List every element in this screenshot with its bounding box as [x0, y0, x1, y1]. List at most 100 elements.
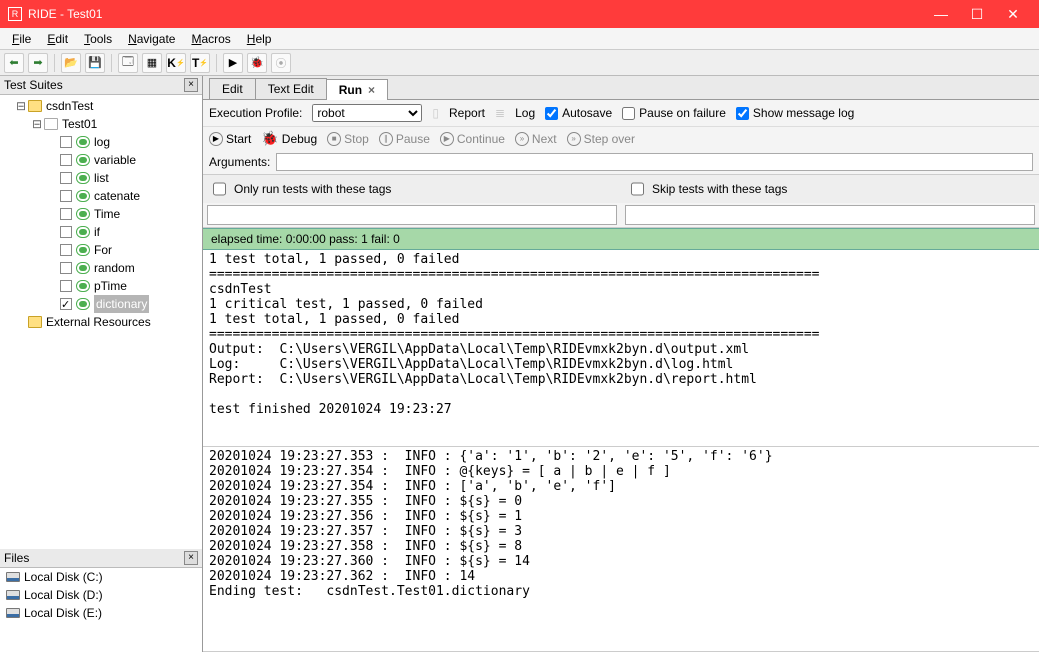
- test-checkbox[interactable]: [60, 190, 72, 202]
- title-bar: R RIDE - Test01 — ☐ ✕: [0, 0, 1039, 28]
- robot-icon: [76, 262, 90, 274]
- testcase-button[interactable]: T⚡: [190, 53, 210, 73]
- show-log-checkbox[interactable]: Show message log: [736, 106, 854, 120]
- tree-test-item[interactable]: log: [94, 133, 110, 151]
- tree-test-item[interactable]: For: [94, 241, 112, 259]
- tab-run[interactable]: Run×: [326, 79, 388, 100]
- minimize-button[interactable]: —: [923, 6, 959, 22]
- tree-test-item[interactable]: catenate: [94, 187, 140, 205]
- run-options: Execution Profile: robot ▯ Report ≣ Log …: [203, 100, 1039, 127]
- stop-button[interactable]: ■Stop: [327, 132, 369, 146]
- open-button[interactable]: 📂: [61, 53, 81, 73]
- test-checkbox[interactable]: [60, 280, 72, 292]
- close-button[interactable]: ✕: [995, 6, 1031, 23]
- disk-icon: [6, 572, 20, 582]
- preview-button[interactable]: 🗔: [118, 53, 138, 73]
- debug-button[interactable]: 🐞Debug: [261, 130, 317, 147]
- tree-test-item[interactable]: Time: [94, 205, 120, 223]
- skip-tags-checkbox[interactable]: [631, 179, 644, 199]
- only-tags-checkbox[interactable]: [213, 179, 226, 199]
- report-link[interactable]: Report: [449, 106, 485, 120]
- menu-macros[interactable]: Macros: [183, 30, 238, 48]
- save-button[interactable]: 💾: [85, 53, 105, 73]
- tab-edit[interactable]: Edit: [209, 78, 256, 99]
- tree-test-item[interactable]: random: [94, 259, 135, 277]
- test-suites-label: Test Suites: [4, 78, 63, 92]
- external-resources[interactable]: External Resources: [46, 313, 151, 331]
- disk-icon: [6, 608, 20, 618]
- menu-help[interactable]: Help: [239, 30, 280, 48]
- back-button[interactable]: ⬅: [4, 53, 24, 73]
- status-bar: elapsed time: 0:00:00 pass: 1 fail: 0: [203, 228, 1039, 250]
- robot-icon: [76, 208, 90, 220]
- test-checkbox[interactable]: [60, 262, 72, 274]
- test-checkbox[interactable]: [60, 208, 72, 220]
- stop-button[interactable]: ⦿: [271, 53, 291, 73]
- log-link[interactable]: Log: [515, 106, 535, 120]
- robot-icon: [76, 298, 90, 310]
- expand-icon[interactable]: ⊟: [16, 97, 26, 115]
- test-checkbox[interactable]: [60, 244, 72, 256]
- test-suites-close[interactable]: ×: [184, 78, 198, 92]
- folder-icon: [28, 316, 42, 328]
- test-checkbox[interactable]: [60, 172, 72, 184]
- tree-test-item[interactable]: if: [94, 223, 100, 241]
- test-checkbox[interactable]: [60, 226, 72, 238]
- skip-tags-input[interactable]: [625, 205, 1035, 225]
- tree-test-item[interactable]: pTime: [94, 277, 127, 295]
- profile-label: Execution Profile:: [209, 106, 302, 120]
- profile-select[interactable]: robot: [312, 104, 422, 122]
- grid-button[interactable]: ▦: [142, 53, 162, 73]
- folder-icon: [28, 100, 42, 112]
- next-button[interactable]: »Next: [515, 132, 557, 146]
- robot-icon: [76, 136, 90, 148]
- files-close[interactable]: ×: [184, 551, 198, 565]
- tree-test-item[interactable]: list: [94, 169, 109, 187]
- start-button[interactable]: ▶Start: [209, 132, 251, 146]
- only-tags-input[interactable]: [207, 205, 617, 225]
- menu-tools[interactable]: Tools: [76, 30, 120, 48]
- files-label: Files: [4, 551, 29, 565]
- test-checkbox[interactable]: [60, 298, 72, 310]
- forward-button[interactable]: ➡: [28, 53, 48, 73]
- run-button[interactable]: ▶: [223, 53, 243, 73]
- arguments-row: Arguments:: [203, 150, 1039, 174]
- output-console[interactable]: 1 test total, 1 passed, 0 failed =======…: [203, 250, 1039, 447]
- arguments-input[interactable]: [276, 153, 1033, 171]
- tree-root[interactable]: csdnTest: [46, 97, 93, 115]
- autosave-checkbox[interactable]: Autosave: [545, 106, 612, 120]
- stepover-button[interactable]: »Step over: [567, 132, 635, 146]
- test-suites-header: Test Suites ×: [0, 76, 202, 95]
- tree-suite[interactable]: Test01: [62, 115, 97, 133]
- menu-navigate[interactable]: Navigate: [120, 30, 183, 48]
- disk-label[interactable]: Local Disk (D:): [24, 588, 103, 602]
- menu-file[interactable]: File: [4, 30, 39, 48]
- robot-icon: [76, 190, 90, 202]
- tree-test-item[interactable]: dictionary: [94, 295, 149, 313]
- files-pane[interactable]: Local Disk (C:) Local Disk (D:) Local Disk…: [0, 568, 202, 652]
- test-tree[interactable]: ⊟csdnTest ⊟Test01 logvariablelistcatenat…: [0, 95, 202, 549]
- app-icon: R: [8, 7, 22, 21]
- test-checkbox[interactable]: [60, 136, 72, 148]
- tree-test-item[interactable]: variable: [94, 151, 136, 169]
- robot-icon: [76, 280, 90, 292]
- message-log-console[interactable]: 20201024 19:23:27.353 : INFO : {'a': '1'…: [203, 447, 1039, 652]
- disk-label[interactable]: Local Disk (C:): [24, 570, 103, 584]
- debug-button[interactable]: 🐞: [247, 53, 267, 73]
- disk-label[interactable]: Local Disk (E:): [24, 606, 102, 620]
- close-icon[interactable]: ×: [368, 83, 375, 97]
- tags-row: Only run tests with these tags Skip test…: [203, 174, 1039, 228]
- toolbar: ⬅ ➡ 📂 💾 🗔 ▦ K⚡ T⚡ ▶ 🐞 ⦿: [0, 50, 1039, 76]
- pause-on-failure-checkbox[interactable]: Pause on failure: [622, 106, 726, 120]
- test-checkbox[interactable]: [60, 154, 72, 166]
- maximize-button[interactable]: ☐: [959, 6, 995, 23]
- continue-button[interactable]: ▶Continue: [440, 132, 505, 146]
- disk-icon: [6, 590, 20, 600]
- window-title: RIDE - Test01: [28, 7, 923, 21]
- keyword-button[interactable]: K⚡: [166, 53, 186, 73]
- menu-edit[interactable]: Edit: [39, 30, 76, 48]
- editor-tabs: Edit Text Edit Run×: [203, 76, 1039, 100]
- tab-text-edit[interactable]: Text Edit: [255, 78, 327, 99]
- expand-icon[interactable]: ⊟: [32, 115, 42, 133]
- pause-button[interactable]: ∥Pause: [379, 132, 430, 146]
